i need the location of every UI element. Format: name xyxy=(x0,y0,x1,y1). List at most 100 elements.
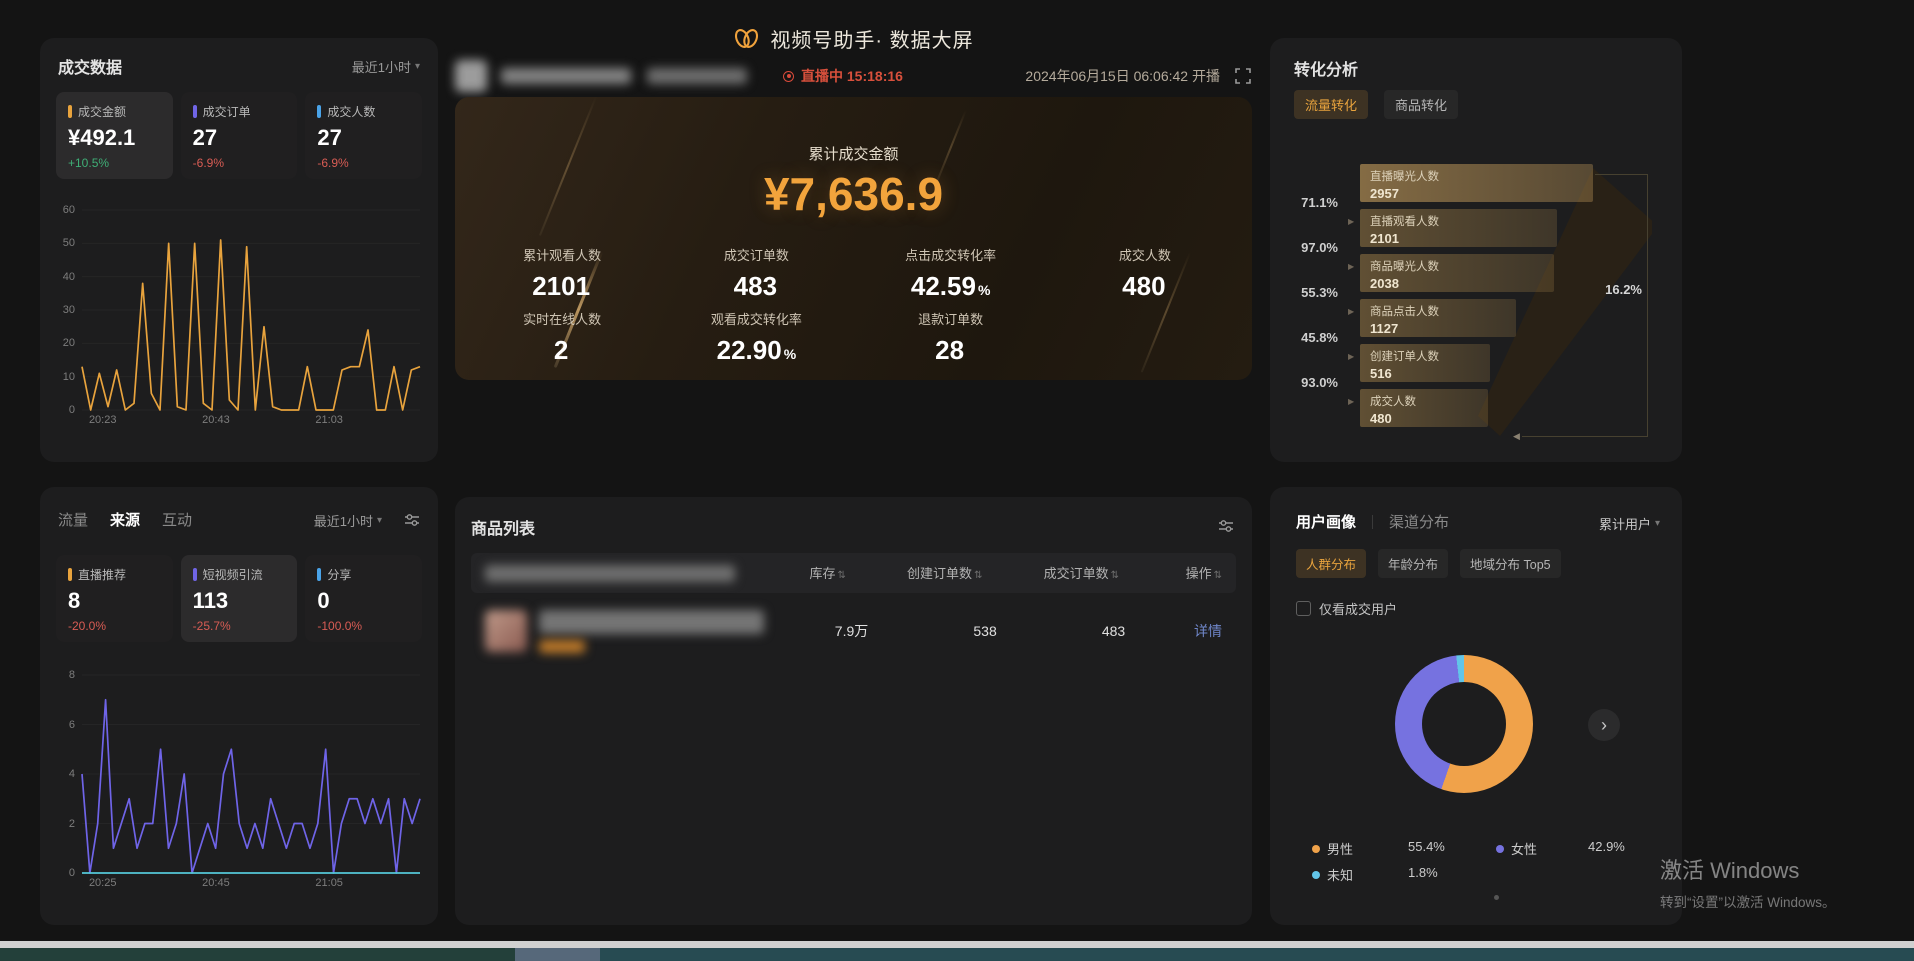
tab-traffic[interactable]: 流量 xyxy=(58,509,88,530)
background-window-edge[interactable] xyxy=(0,948,1914,961)
stat-label: 点击成交转化率 xyxy=(854,245,1048,264)
legend-value-unknown: 1.8% xyxy=(1408,865,1438,880)
detail-link[interactable]: 详情 xyxy=(1194,623,1222,639)
live-info-row: 直播中 15:18:16 2024年06月15日 06:06:42 开播 xyxy=(455,58,1252,94)
traffic-card-share[interactable]: 分享 0 -100.0% xyxy=(305,555,422,642)
card-delta: -100.0% xyxy=(317,619,410,633)
deal-range-dropdown[interactable]: 最近1小时 ▾ xyxy=(352,57,420,76)
blurred-product-image xyxy=(485,610,527,652)
legend-dot xyxy=(1312,871,1320,879)
tab-interaction[interactable]: 互动 xyxy=(162,509,192,530)
stat-value: 2 xyxy=(554,335,568,365)
bracket-line xyxy=(1522,436,1648,437)
audience-range-dropdown[interactable]: 累计用户 ▾ xyxy=(1599,514,1660,533)
subtab-region[interactable]: 地域分布 Top5 xyxy=(1460,549,1561,578)
column-stock[interactable]: 库存⇅ xyxy=(809,566,845,581)
traffic-panel: 流量 来源 互动 最近1小时 ▾ 直播推荐 8 -20.0% 短视频引流 113… xyxy=(40,487,438,925)
blurred-product-tag xyxy=(539,640,585,653)
live-status: 直播中 15:18:16 xyxy=(801,66,903,86)
traffic-stat-cards: 直播推荐 8 -20.0% 短视频引流 113 -25.7% 分享 0 -100… xyxy=(56,555,422,642)
legend-value-male: 55.4% xyxy=(1408,839,1445,854)
stat-label: 成交人数 xyxy=(1048,245,1242,264)
products-table-header: 库存⇅ 创建订单数⇅ 成交订单数⇅ 操作⇅ xyxy=(471,553,1236,593)
card-delta: -6.9% xyxy=(317,156,410,170)
product-stock: 7.9万 xyxy=(764,621,868,641)
stat-label: 实时在线人数 xyxy=(465,309,659,328)
series-color-chip xyxy=(68,568,72,581)
deal-users-only-checkbox[interactable] xyxy=(1296,601,1311,616)
blurred-account-name xyxy=(501,68,631,84)
deal-range-label: 最近1小时 xyxy=(352,57,411,76)
traffic-card-live-reco[interactable]: 直播推荐 8 -20.0% xyxy=(56,555,173,642)
sort-icon: ⇅ xyxy=(837,570,845,581)
funnel-step: 成交人数480 xyxy=(1360,389,1488,427)
funnel-step-rate: 97.0% xyxy=(1280,240,1338,255)
product-deal-orders: 483 xyxy=(997,623,1125,639)
gmv-title: 累计成交金额 xyxy=(455,143,1252,164)
conversion-panel: 转化分析 流量转化 商品转化 直播曝光人数2957 直播观看人数2101 商品曝… xyxy=(1270,38,1682,462)
products-title: 商品列表 xyxy=(471,515,535,539)
stream-start-time: 2024年06月15日 06:06:42 开播 xyxy=(1025,66,1220,86)
card-delta: -6.9% xyxy=(193,156,286,170)
filter-sliders-icon[interactable] xyxy=(404,512,420,528)
product-row[interactable]: 7.9万 538 483 详情 xyxy=(471,601,1236,661)
card-label: 分享 xyxy=(327,566,351,583)
stat-value: 480 xyxy=(1122,271,1165,301)
funnel-step-rate: 71.1% xyxy=(1280,195,1338,210)
summary-stats-row2: 实时在线人数2 观看成交转化率22.90% 退款订单数28 xyxy=(465,309,1242,366)
deal-trend-chart: 6050403020100 20:2320:4321:03 xyxy=(54,210,420,410)
live-dot-icon xyxy=(783,71,794,82)
window-edge-segment xyxy=(0,948,515,961)
stat-value: 483 xyxy=(734,271,777,301)
windows-activation-watermark: 激活 Windows 转到“设置”以激活 Windows。 xyxy=(1660,853,1836,911)
filter-sliders-icon[interactable] xyxy=(1218,518,1234,534)
legend-dot xyxy=(1496,845,1504,853)
card-label: 成交金额 xyxy=(78,103,126,120)
bracket-line xyxy=(1647,174,1648,436)
chevron-down-icon: ▾ xyxy=(415,61,420,72)
tab-channel-distribution[interactable]: 渠道分布 xyxy=(1389,511,1449,532)
tab-user-profile[interactable]: 用户画像 xyxy=(1296,511,1356,532)
card-value: 8 xyxy=(68,588,161,614)
tab-source[interactable]: 来源 xyxy=(110,509,140,530)
legend-item-male: 男性 xyxy=(1312,839,1353,858)
column-action[interactable]: 操作⇅ xyxy=(1186,566,1222,581)
product-created-orders: 538 xyxy=(868,623,996,639)
legend-label: 未知 xyxy=(1327,865,1353,884)
subtab-age[interactable]: 年龄分布 xyxy=(1378,549,1448,578)
column-created-orders[interactable]: 创建订单数⇅ xyxy=(907,566,982,581)
carousel-next-button[interactable]: › xyxy=(1588,709,1620,741)
carousel-dot[interactable] xyxy=(1494,895,1499,900)
stat-label: 退款订单数 xyxy=(854,309,1048,328)
funnel-step-rate: 55.3% xyxy=(1280,285,1338,300)
subtab-gender[interactable]: 人群分布 xyxy=(1296,549,1366,578)
legend-dot xyxy=(1312,845,1320,853)
funnel-step-rate: 45.8% xyxy=(1280,330,1338,345)
traffic-range-label: 最近1小时 xyxy=(314,511,373,530)
live-label: 直播中 xyxy=(801,68,843,84)
deal-card-orders[interactable]: 成交订单 27 -6.9% xyxy=(181,92,298,179)
products-panel: 商品列表 库存⇅ 创建订单数⇅ 成交订单数⇅ 操作⇅ 7.9万 538 483 xyxy=(455,497,1252,925)
funnel-step-rate: 93.0% xyxy=(1280,375,1338,390)
arrow-right-icon: ▶ xyxy=(1348,397,1354,406)
y-axis-labels: 86420 xyxy=(54,675,82,873)
deal-card-buyers[interactable]: 成交人数 27 -6.9% xyxy=(305,92,422,179)
deal-card-amount[interactable]: 成交金额 ¥492.1 +10.5% xyxy=(56,92,173,179)
traffic-range-dropdown[interactable]: 最近1小时 ▾ xyxy=(314,511,382,530)
stat-label: 成交订单数 xyxy=(659,245,853,264)
funnel-step: 直播曝光人数2957 xyxy=(1360,164,1593,202)
traffic-card-short-video[interactable]: 短视频引流 113 -25.7% xyxy=(181,555,298,642)
series-color-chip xyxy=(68,105,72,118)
deal-stat-cards: 成交金额 ¥492.1 +10.5% 成交订单 27 -6.9% 成交人数 27… xyxy=(56,92,422,179)
funnel-step: 创建订单人数516 xyxy=(1360,344,1490,382)
horizontal-scrollbar[interactable] xyxy=(0,941,1914,948)
blurred-account-id xyxy=(647,68,747,84)
gmv-amount: ¥7,636.9 xyxy=(455,167,1252,221)
blurred-product-column-header xyxy=(485,565,735,582)
sort-icon: ⇅ xyxy=(1214,570,1222,581)
card-label: 直播推荐 xyxy=(78,566,126,583)
series-color-chip xyxy=(193,105,197,118)
fullscreen-icon[interactable] xyxy=(1234,67,1252,85)
card-label: 成交订单 xyxy=(203,103,251,120)
column-deal-orders[interactable]: 成交订单数⇅ xyxy=(1044,566,1119,581)
